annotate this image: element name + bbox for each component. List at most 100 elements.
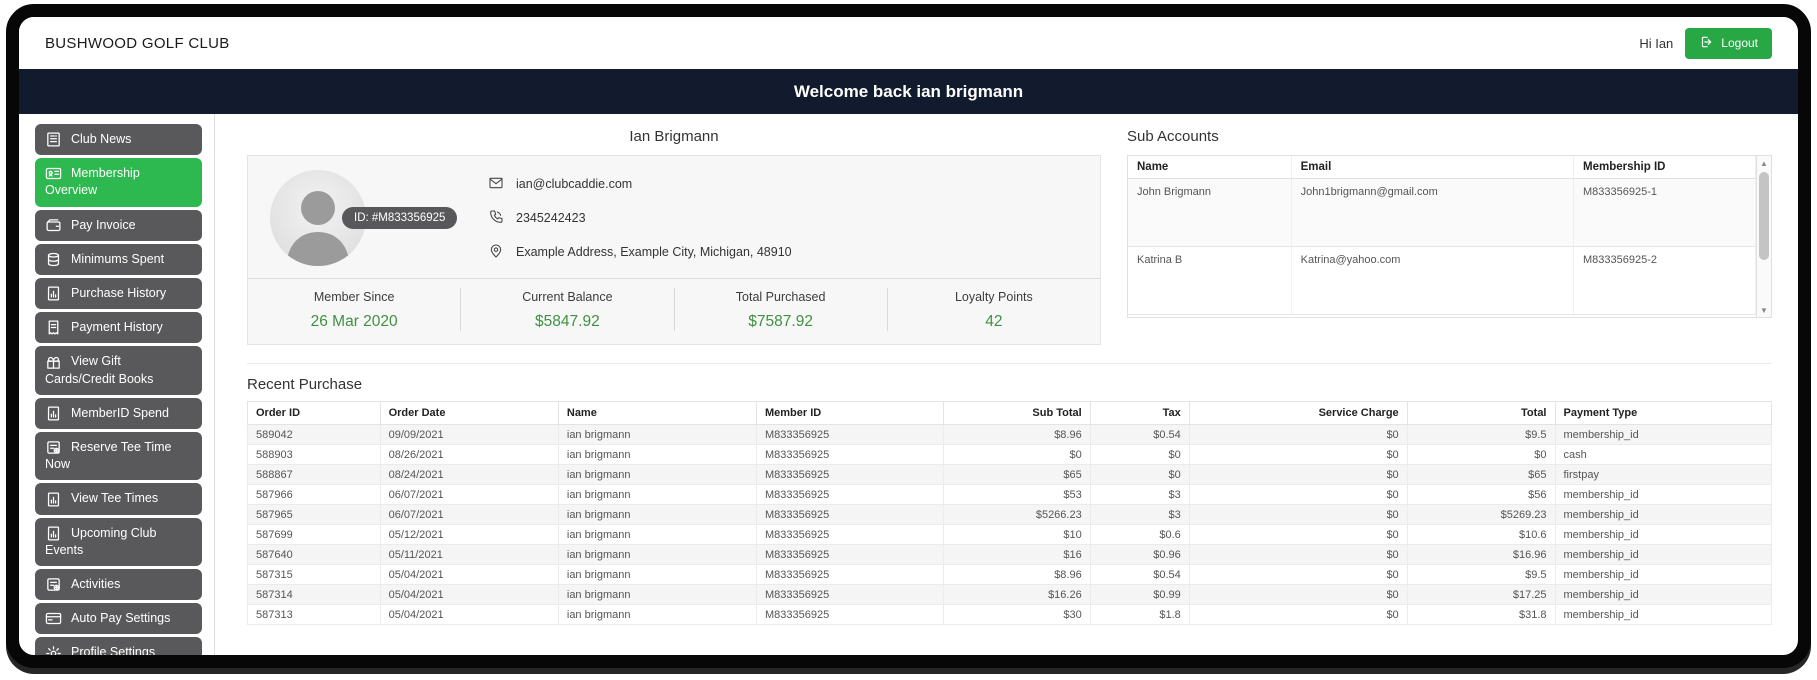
top-bar-right: Hi Ian Logout [1639, 27, 1772, 59]
sidebar-item-membership-overview[interactable]: Membership Overview [35, 158, 202, 207]
contact-info-list: ian@clubcaddie.com 2345242423 Example Ad… [488, 175, 792, 262]
table-row: 587966 06/07/2021 ian brigmann M833356925 $5… [247, 484, 1772, 505]
table-cell: membership_id [1554, 504, 1772, 525]
sidebar-item-purchase-history[interactable]: Purchase History [35, 278, 202, 310]
table-cell: 08/24/2021 [379, 464, 559, 485]
scroll-down-arrow[interactable]: ▼ [1757, 303, 1771, 317]
email-row: ian@clubcaddie.com [488, 175, 792, 194]
stat-value: $5847.92 [535, 313, 600, 330]
table-cell: $3 [1089, 484, 1190, 505]
recent-purchase-table: Order ID Order Date Name Member ID Sub Total… [247, 401, 1772, 625]
phone-icon [488, 209, 504, 228]
email-value: ian@clubcaddie.com [516, 177, 633, 191]
doc-chart-icon [45, 491, 62, 508]
scroll-up-arrow[interactable]: ▲ [1757, 156, 1771, 170]
stat-member-since: Member Since 26 Mar 2020 [248, 288, 460, 331]
table-cell: $8.96 [943, 424, 1091, 445]
table-cell: $0.6 [1089, 524, 1190, 545]
table-cell: M833356925 [755, 424, 945, 445]
sub-accounts-table-wrap: Name Email Membership ID John Brigmann John… [1127, 155, 1772, 318]
table-cell: $0 [1188, 584, 1408, 605]
table-cell: M833356925 [755, 464, 945, 485]
table-cell: 05/04/2021 [379, 604, 559, 625]
coins-icon [45, 251, 62, 268]
table-cell: 05/12/2021 [379, 524, 559, 545]
member-name-title: Ian Brigmann [629, 128, 719, 145]
column-header-service-charge: Service Charge [1188, 401, 1408, 425]
table-cell: $16 [943, 544, 1091, 565]
table-cell: 587966 [247, 484, 381, 505]
table-cell: Katrina B [1128, 246, 1292, 315]
sidebar-item-activities[interactable]: Activities [35, 569, 202, 601]
table-cell: 587699 [247, 524, 381, 545]
member-profile-card: ID: #M833356925 ian@clubcaddie.com 23452… [247, 155, 1101, 345]
table-cell: 587313 [247, 604, 381, 625]
table-cell: $0 [1188, 444, 1408, 465]
table-cell: membership_id [1554, 604, 1772, 625]
sidebar-item-auto-pay-settings[interactable]: Auto Pay Settings [35, 603, 202, 635]
sidebar-item-label: Purchase History [71, 286, 167, 301]
table-cell: $0 [1188, 604, 1408, 625]
sidebar-item-club-news[interactable]: Club News [35, 124, 202, 156]
address-row: Example Address, Example City, Michigan,… [488, 243, 792, 262]
scrollbar-thumb[interactable] [1759, 172, 1769, 260]
table-cell: M833356925 [755, 544, 945, 565]
table-cell: membership_id [1554, 564, 1772, 585]
table-cell: ian brigmann [557, 484, 757, 505]
table-cell: $0 [943, 444, 1091, 465]
table-cell: M833356925 [755, 604, 945, 625]
sidebar-item-payment-history[interactable]: Payment History [35, 312, 202, 344]
sidebar-item-pay-invoice[interactable]: Pay Invoice [35, 209, 202, 241]
column-header-payment-type: Payment Type [1554, 401, 1772, 425]
recent-purchase-title: Recent Purchase [247, 376, 363, 393]
stat-label: Current Balance [522, 290, 613, 304]
overview-section: Ian Brigmann ID: #M833356925 ian@clubcad… [247, 122, 1772, 364]
sub-accounts-title: Sub Accounts [1127, 128, 1219, 145]
screenshot-stage: BUSHWOOD GOLF CLUB Hi Ian Logout Welcome… [0, 0, 1817, 680]
column-header-tax: Tax [1089, 401, 1190, 425]
table-cell: 587314 [247, 584, 381, 605]
phone-row: 2345242423 [488, 209, 792, 228]
table-cell: $53 [943, 484, 1091, 505]
table-cell: Katrina@yahoo.com [1291, 246, 1575, 315]
table-cell: 05/11/2021 [379, 544, 559, 565]
app-window-frame: BUSHWOOD GOLF CLUB Hi Ian Logout Welcome… [6, 4, 1811, 668]
table-cell: $0 [1089, 464, 1190, 485]
table-cell: membership_id [1554, 544, 1772, 565]
welcome-banner: Welcome back ian brigmann [19, 69, 1798, 114]
sidebar-item-reserve-tee-time-now[interactable]: Reserve Tee Time Now [35, 432, 202, 481]
member-stats-row: Member Since 26 Mar 2020 Current Balance $5… [248, 278, 1100, 344]
sub-accounts-scrollbar[interactable]: ▲ ▼ [1756, 156, 1771, 317]
table-cell: ian brigmann [557, 564, 757, 585]
table-cell: M833356925 [755, 584, 945, 605]
column-header-order-id: Order ID [247, 401, 381, 425]
table-cell: $0.54 [1089, 424, 1190, 445]
gift-icon [45, 354, 62, 371]
doc-chart-icon [45, 525, 62, 542]
sidebar-item-upcoming-club-events[interactable]: Upcoming Club Events [35, 517, 202, 567]
sidebar-item-label: Minimums Spent [71, 252, 165, 267]
column-header-name: Name [1128, 156, 1292, 179]
id-card-icon [45, 165, 62, 182]
logout-button[interactable]: Logout [1685, 27, 1772, 59]
user-greeting: Hi Ian [1639, 35, 1674, 51]
welcome-text: Welcome back ian brigmann [793, 81, 1024, 101]
table-row: 589042 09/09/2021 ian brigmann M833356925 $8… [247, 424, 1772, 445]
table-cell: $65 [943, 464, 1091, 485]
stat-current-balance: Current Balance $5847.92 [460, 288, 673, 331]
table-cell: John1brigmann@gmail.com [1291, 178, 1575, 247]
table-cell: $10.6 [1406, 524, 1556, 545]
stat-value: 42 [985, 313, 1003, 330]
table-cell: 587640 [247, 544, 381, 565]
table-cell: firstpay [1554, 464, 1772, 485]
recent-purchase-section: Recent Purchase Order ID Order Date Name Me… [247, 376, 1772, 625]
sidebar-item-view-tee-times[interactable]: View Tee Times [35, 483, 202, 515]
table-cell: 589042 [247, 424, 381, 445]
sidebar-item-profile-settings[interactable]: Profile Settings [35, 637, 202, 655]
wallet-icon [45, 217, 62, 234]
stat-total-purchased: Total Purchased $7587.92 [673, 288, 887, 331]
sidebar-item-memberid-spend[interactable]: MemberID Spend [35, 397, 202, 430]
sidebar-item-minimums-spent[interactable]: Minimums Spent [35, 243, 202, 276]
table-cell: John Brigmann [1128, 178, 1292, 247]
sidebar-item-view-gift-cards-credit-books[interactable]: View Gift Cards/Credit Books [35, 346, 202, 395]
